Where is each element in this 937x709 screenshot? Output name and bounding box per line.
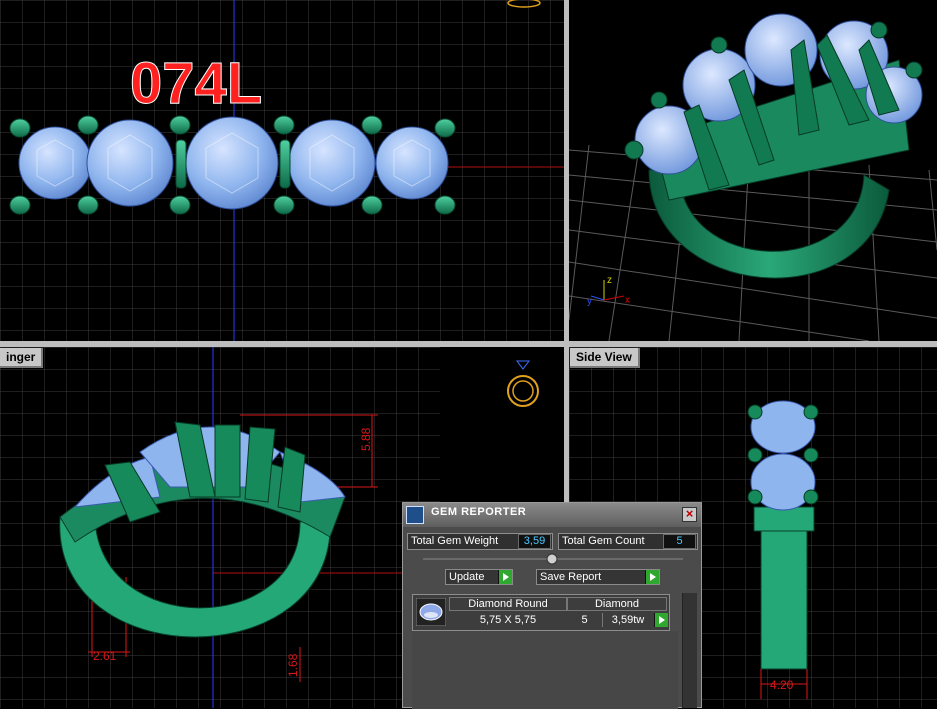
gem-list-scrollbar[interactable]	[682, 593, 697, 708]
gem-size: 5,75 X 5,75	[479, 614, 537, 626]
select-gem-button[interactable]	[654, 613, 668, 627]
total-gem-weight-field: Total Gem Weight 3,59	[407, 533, 553, 550]
update-button[interactable]: Update	[445, 569, 513, 585]
gem-weight: 3,59tw	[611, 614, 645, 626]
axis-z-label: z	[607, 275, 612, 286]
dim-shank-thickness: 1.68	[286, 653, 300, 677]
gem-report-icon	[406, 506, 424, 524]
gem-reporter-panel: GEM REPORTER × Total Gem Weight 3,59 Tot…	[402, 502, 702, 709]
total-gem-count-value: 5	[663, 534, 696, 549]
part-code-watermark: 074L	[130, 51, 262, 116]
save-report-label: Save Report	[540, 571, 602, 583]
play-icon	[498, 570, 512, 584]
top-view-canvas: 074L	[0, 0, 564, 341]
axis-y-label: y	[587, 296, 592, 307]
dim-side-width: 4.20	[770, 678, 794, 692]
gem-reporter-titlebar[interactable]: GEM REPORTER ×	[403, 503, 701, 527]
perspective-canvas: z y x	[569, 13, 937, 341]
dim-shank-width: 2.61	[93, 649, 117, 663]
viewport-label-side: Side View	[570, 348, 640, 368]
panel-slider[interactable]	[423, 553, 683, 565]
total-gem-count-label: Total Gem Count	[562, 535, 645, 547]
gem-list-empty-area	[412, 631, 678, 709]
play-icon	[645, 570, 659, 584]
viewport-label-front: inger	[0, 348, 44, 368]
gem-list-row[interactable]: Diamond Round Diamond 5,75 X 5,75 5 3,59…	[412, 594, 670, 631]
diamond-icon	[416, 598, 446, 626]
axis-x-label: x	[625, 295, 630, 306]
total-gem-weight-value: 3,59	[518, 534, 551, 549]
dim-height: 5.88	[359, 427, 373, 451]
gem-reporter-title: GEM REPORTER	[431, 506, 527, 518]
gem-material: Diamond	[594, 598, 640, 610]
save-report-button[interactable]: Save Report	[536, 569, 660, 585]
viewport-splitter-horizontal[interactable]	[0, 341, 937, 347]
viewport-top[interactable]: 074L	[0, 0, 564, 341]
close-button[interactable]: ×	[682, 507, 697, 522]
gem-count: 5	[567, 613, 603, 627]
total-gem-count-field: Total Gem Count 5	[558, 533, 698, 550]
total-gem-weight-label: Total Gem Weight	[411, 535, 499, 547]
viewport-perspective[interactable]: z y x	[569, 0, 937, 341]
side-shank	[753, 506, 815, 670]
gem-shape: Diamond Round	[468, 598, 548, 610]
update-label: Update	[449, 571, 485, 583]
